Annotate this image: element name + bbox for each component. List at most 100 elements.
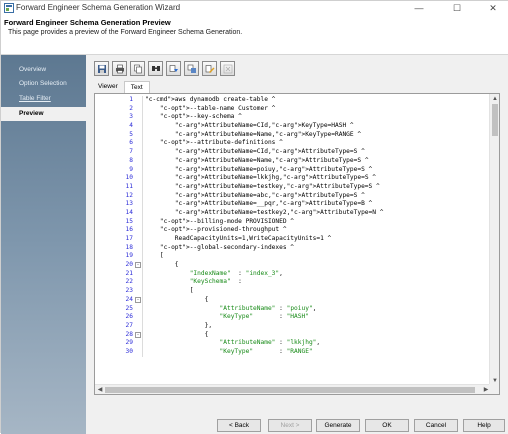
refresh-button[interactable] <box>220 61 235 76</box>
code-line: 20- { <box>95 261 491 270</box>
code-text: ReadCapacityUnits=1,WriteCapacityUnits=1… <box>145 235 332 242</box>
gutter-divider <box>142 269 143 279</box>
code-line: 18 "c-opt">--global-secondary-indexes ^ <box>95 243 491 253</box>
line-number: 6 <box>129 139 133 147</box>
line-number: 13 <box>125 200 133 208</box>
code-text: "c-opt">--key-schema ^ <box>159 113 242 121</box>
code-line: 22 "KeySchema" : <box>95 278 491 288</box>
print-icon <box>115 64 124 73</box>
copy-button[interactable] <box>130 61 145 76</box>
gutter-divider <box>142 347 143 357</box>
code-text: "c-arg">AttributeName=Name,"c-arg">Attri… <box>174 156 369 164</box>
edit-icon <box>205 64 214 73</box>
find-button[interactable] <box>148 61 163 76</box>
maximize-button[interactable]: ☐ <box>442 1 472 15</box>
save-button[interactable] <box>94 61 109 76</box>
gutter-divider <box>142 330 143 340</box>
gutter-divider <box>142 130 143 140</box>
code-text: "KeyType" : "HASH" <box>219 313 309 321</box>
copy-all-button[interactable] <box>184 61 199 76</box>
sidebar-item-option-selection[interactable]: Option Selection <box>1 77 86 91</box>
back-button[interactable]: < Back <box>217 419 261 432</box>
line-number: 23 <box>125 287 133 295</box>
tab-viewer[interactable]: Viewer <box>92 81 124 93</box>
horizontal-scrollbar[interactable]: ◀ ▶ <box>95 384 491 394</box>
sidebar-item-table-filter[interactable]: Table Filter <box>1 92 86 106</box>
gutter-divider <box>142 287 143 296</box>
code-editor[interactable]: 1 "c-cmd">aws dynamodb create-table ^ 2 "c… <box>94 93 500 395</box>
code-text: "c-arg">AttributeName=testkey2,"c-arg">A… <box>174 208 384 216</box>
sidebar-item-preview[interactable]: Preview <box>1 107 86 121</box>
tab-text[interactable]: Text <box>123 81 150 93</box>
code-line: 25 "AttributeName" : "poiuy", <box>95 304 491 314</box>
preview-tabs: Viewer Text <box>92 81 150 93</box>
line-number: 10 <box>125 174 133 182</box>
line-number: 25 <box>125 304 133 312</box>
code-line: 19 [ <box>95 252 491 262</box>
code-line: 13 "c-arg">AttributeName=__pqr,"c-arg">A… <box>95 200 491 209</box>
code-text: "c-cmd">aws dynamodb create-table ^ <box>145 96 276 103</box>
refresh-icon <box>223 64 232 73</box>
code-text: "c-arg">AttributeName=poiuy,"c-arg">Attr… <box>174 165 373 173</box>
code-lines: 1 "c-cmd">aws dynamodb create-table ^ 2 "c… <box>95 96 491 357</box>
code-text: "c-opt">--provisioned-throughput ^ <box>159 226 287 234</box>
line-number: 12 <box>125 191 133 199</box>
code-line: 16 "c-opt">--provisioned-throughput ^ <box>95 226 491 235</box>
line-number: 3 <box>129 113 133 121</box>
line-number: 21 <box>125 269 133 277</box>
code-text: "KeyType" : "RANGE" <box>219 347 313 355</box>
fold-toggle-icon[interactable]: - <box>135 296 141 303</box>
close-button[interactable]: ✕ <box>478 1 508 15</box>
line-number: 8 <box>129 156 133 164</box>
code-text: "c-opt">--table-name Customer ^ <box>159 104 276 112</box>
line-number: 26 <box>125 313 133 321</box>
code-line: 7 "c-arg">AttributeName=CId,"c-arg">Attr… <box>95 148 491 157</box>
code-text: "KeySchema" : <box>189 278 242 286</box>
sidebar-item-label: Overview <box>19 66 47 73</box>
code-line: 10 "c-arg">AttributeName=lkkjhg,"c-arg">… <box>95 174 491 183</box>
scroll-left-icon[interactable]: ◀ <box>95 385 105 394</box>
scroll-corner <box>489 384 499 394</box>
code-text: "c-opt">--global-secondary-indexes ^ <box>159 243 295 251</box>
line-number: 18 <box>125 243 133 251</box>
gutter-divider <box>142 139 143 149</box>
app-icon <box>4 3 14 13</box>
sidebar-item-overview[interactable]: Overview <box>1 63 86 77</box>
gutter-divider <box>142 261 143 270</box>
gutter-divider <box>142 252 143 262</box>
copy-icon <box>133 64 142 73</box>
fold-toggle-icon[interactable]: - <box>135 262 141 269</box>
code-text: "c-arg">AttributeName=testkey,"c-arg">At… <box>174 182 380 190</box>
gutter-divider <box>142 104 143 114</box>
replace-icon <box>169 64 178 72</box>
cancel-button[interactable]: Cancel <box>414 419 458 432</box>
line-number: 27 <box>125 321 133 329</box>
vertical-scroll-thumb[interactable] <box>492 104 498 136</box>
line-number: 4 <box>129 122 133 130</box>
sidebar-item-label: Table Filter <box>19 95 51 102</box>
replace-button[interactable] <box>166 61 181 76</box>
code-text: "c-arg">AttributeName=abc,"c-arg">Attrib… <box>174 191 365 199</box>
gutter-divider <box>142 165 143 175</box>
minimize-button[interactable]: — <box>404 1 434 15</box>
generate-button[interactable]: Generate <box>316 419 360 432</box>
scroll-up-icon[interactable]: ▲ <box>490 94 499 104</box>
title-bar: Forward Engineer Schema Generation Wizar… <box>1 1 508 15</box>
line-number: 14 <box>125 208 133 216</box>
code-line: 26 "KeyType" : "HASH" <box>95 313 491 322</box>
code-line: 4 "c-arg">AttributeName=CId,"c-arg">KeyT… <box>95 122 491 131</box>
gutter-divider <box>142 313 143 322</box>
vertical-scrollbar[interactable]: ▲ ▼ <box>489 94 499 386</box>
next-button[interactable]: Next > <box>268 419 312 432</box>
wizard-steps-sidebar: Overview Option Selection Table Filter P… <box>1 55 86 434</box>
help-button[interactable]: Help <box>463 419 505 432</box>
page-title: Forward Engineer Schema Generation Previ… <box>4 18 171 27</box>
gutter-divider <box>142 174 143 183</box>
fold-toggle-icon[interactable]: - <box>135 331 141 338</box>
gutter-divider <box>142 295 143 305</box>
wizard-window: Forward Engineer Schema Generation Wizar… <box>0 0 508 434</box>
print-button[interactable] <box>112 61 127 76</box>
ok-button[interactable]: OK <box>365 419 409 432</box>
horizontal-scroll-thumb[interactable] <box>105 387 475 393</box>
edit-button[interactable] <box>202 61 217 76</box>
